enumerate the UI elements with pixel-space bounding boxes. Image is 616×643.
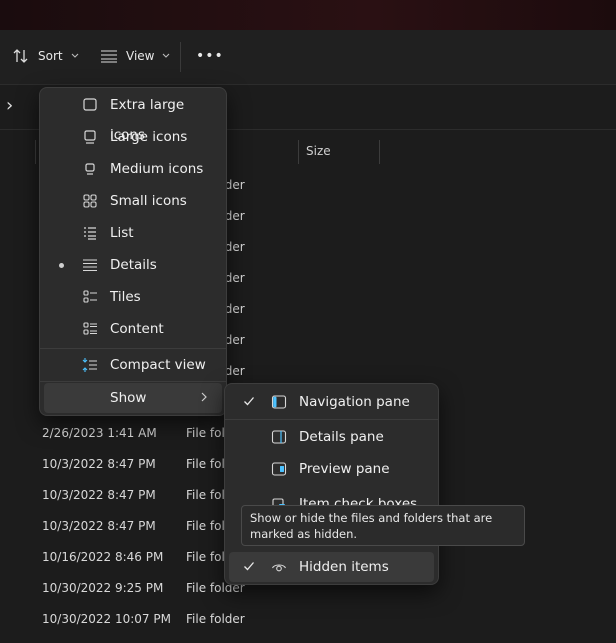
tiles-icon xyxy=(83,290,97,303)
view-label: View xyxy=(126,49,155,63)
see-more-button[interactable]: ••• xyxy=(196,41,224,71)
menu-item-tiles[interactable]: Tiles xyxy=(44,282,222,312)
menu-item-list[interactable]: List xyxy=(44,218,222,248)
table-cell-date[interactable]: 10/3/2022 8:47 PM xyxy=(42,449,182,480)
view-button[interactable]: View xyxy=(100,41,170,71)
menu-item-label: Compact view xyxy=(110,357,206,373)
view-icon xyxy=(101,50,117,63)
menu-item-label: Show xyxy=(110,390,147,406)
sort-button[interactable]: Sort xyxy=(12,41,79,71)
chevron-right-icon xyxy=(201,392,207,402)
menu-item-label: Hidden items xyxy=(299,559,389,575)
medium-icons-icon xyxy=(85,163,95,175)
show-submenu: Navigation pane Details pane Preview pan… xyxy=(224,383,439,585)
preview-pane-icon xyxy=(271,462,287,476)
selected-bullet-icon xyxy=(59,263,64,268)
sort-label: Sort xyxy=(38,49,63,63)
menu-item-show[interactable]: Show xyxy=(44,383,222,413)
menu-separator xyxy=(225,419,438,420)
menu-item-label: Details pane xyxy=(299,429,384,445)
menu-item-label: Preview pane xyxy=(299,461,390,477)
menu-item-label: Details xyxy=(110,257,157,273)
table-cell-date[interactable]: 2/26/2023 1:41 AM xyxy=(42,418,182,449)
content-icon xyxy=(83,322,97,335)
toolbar-separator xyxy=(180,42,181,72)
menu-item-label: List xyxy=(110,225,134,241)
navigation-pane-icon xyxy=(271,395,287,409)
menu-item-large-icons[interactable]: Large icons xyxy=(44,122,222,152)
chevron-down-icon xyxy=(71,53,78,58)
table-cell-date[interactable]: 10/3/2022 8:47 PM xyxy=(42,511,182,542)
menu-item-details[interactable]: Details xyxy=(44,250,222,280)
menu-item-label: Content xyxy=(110,321,164,337)
menu-item-details-pane[interactable]: Details pane xyxy=(229,422,434,452)
checkmark-icon xyxy=(244,562,254,571)
more-icon: ••• xyxy=(196,48,224,64)
menu-item-label: Large icons xyxy=(110,129,188,145)
menu-item-label: Medium icons xyxy=(110,161,204,177)
menu-item-compact-view[interactable]: Compact view xyxy=(44,350,222,380)
command-bar: Sort View ••• xyxy=(0,30,616,85)
details-pane-icon xyxy=(271,430,287,444)
table-cell-type[interactable]: File folder xyxy=(186,604,246,635)
menu-separator xyxy=(40,348,226,349)
menu-item-label: Navigation pane xyxy=(299,394,410,410)
column-header-size[interactable]: Size xyxy=(306,144,331,158)
breadcrumb-chevron-icon[interactable]: › xyxy=(6,95,13,116)
file-list-dates: 2/26/2023 1:41 AM 10/3/2022 8:47 PM 10/3… xyxy=(42,418,182,635)
title-bar xyxy=(0,0,616,30)
column-divider[interactable] xyxy=(35,140,36,164)
large-icons-icon xyxy=(84,130,96,144)
menu-item-hidden-items[interactable]: Hidden items xyxy=(229,552,434,582)
table-cell-date[interactable]: 10/16/2022 8:46 PM xyxy=(42,542,182,573)
tooltip: Show or hide the files and folders that … xyxy=(241,505,525,546)
tooltip-text: Show or hide the files and folders that … xyxy=(250,511,493,541)
menu-item-small-icons[interactable]: Small icons xyxy=(44,186,222,216)
menu-item-medium-icons[interactable]: Medium icons xyxy=(44,154,222,184)
hidden-items-icon xyxy=(272,564,286,572)
column-divider[interactable] xyxy=(298,140,299,164)
menu-item-navigation-pane[interactable]: Navigation pane xyxy=(229,387,434,417)
menu-item-label: Tiles xyxy=(110,289,141,305)
compact-view-icon xyxy=(82,358,97,372)
menu-item-extra-large-icons[interactable]: Extra large icons xyxy=(44,90,222,143)
menu-item-content[interactable]: Content xyxy=(44,314,222,344)
table-cell-date[interactable]: 10/30/2022 10:07 PM xyxy=(42,604,182,635)
table-cell-date[interactable]: 10/30/2022 9:25 PM xyxy=(42,573,182,604)
checkmark-icon xyxy=(244,397,254,406)
small-icons-icon xyxy=(83,194,97,208)
details-icon xyxy=(83,259,97,272)
menu-separator xyxy=(40,381,226,382)
chevron-down-icon xyxy=(163,53,170,58)
table-cell-date[interactable]: 10/3/2022 8:47 PM xyxy=(42,480,182,511)
sort-icon xyxy=(13,49,28,63)
menu-item-preview-pane[interactable]: Preview pane xyxy=(229,454,434,484)
list-icon xyxy=(84,227,96,240)
menu-item-label: Small icons xyxy=(110,193,187,209)
column-divider[interactable] xyxy=(379,140,380,164)
extra-large-icons-icon xyxy=(83,98,97,111)
view-menu: Extra large icons Large icons Medium ico… xyxy=(39,87,227,416)
